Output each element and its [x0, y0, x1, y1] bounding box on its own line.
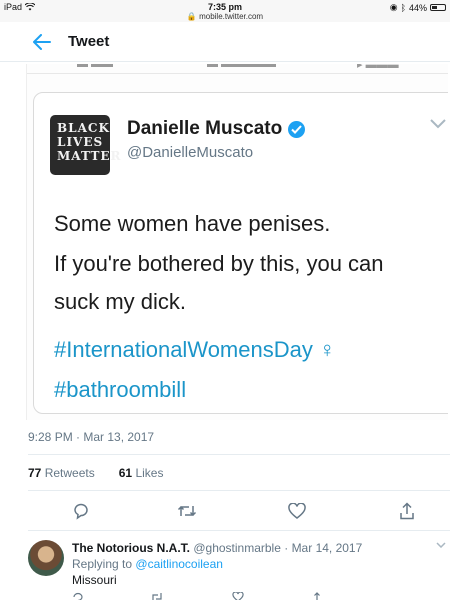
- reply-header: The Notorious N.A.T. @ghostinmarble · Ma…: [72, 541, 362, 555]
- embedded-text-line: Some women have penises.: [54, 211, 331, 236]
- reply-button[interactable]: [68, 498, 94, 524]
- reply-avatar[interactable]: [28, 540, 64, 576]
- address-bar-url[interactable]: 🔒 mobile.twitter.com: [0, 12, 450, 21]
- heart-icon[interactable]: [232, 592, 244, 600]
- status-time: 7:35 pm: [207, 2, 242, 12]
- heart-icon: [288, 503, 306, 519]
- reply-action-bar: [72, 592, 412, 600]
- embedded-hashtag: #bathroombill: [54, 377, 187, 402]
- retweets-stat[interactable]: 77 Retweets: [28, 466, 95, 480]
- embedded-hashtag: #InternationalWomensDay ♀: [54, 337, 336, 362]
- tweet-image[interactable]: ▬ ▬▬ ▬ ▬▬▬▬▬ ▸ ▬▬▬ BLACK LIVES MATTER Da…: [26, 64, 448, 420]
- share-icon[interactable]: [312, 592, 322, 600]
- chevron-down-icon[interactable]: [436, 542, 446, 548]
- embedded-text-line: If you're bothered by this, you can: [54, 251, 384, 276]
- chevron-down-icon: [430, 119, 446, 129]
- reply-icon[interactable]: [72, 592, 84, 600]
- replying-to: Replying to @caitlinocoilean: [72, 557, 223, 571]
- embedded-like-icon: ▬ ▬▬: [77, 64, 114, 70]
- tweet-action-bar: [28, 498, 450, 524]
- verified-badge-icon: [288, 120, 306, 138]
- share-icon: [400, 502, 414, 520]
- replying-to-mention[interactable]: @caitlinocoilean: [135, 557, 223, 571]
- top-bar: Tweet: [0, 22, 450, 62]
- reply-handle-date: @ghostinmarble · Mar 14, 2017: [193, 541, 363, 555]
- embedded-tweet-card: BLACK LIVES MATTER Danielle Muscato @Dan…: [33, 92, 448, 414]
- tweet-timestamp[interactable]: 9:28 PM · Mar 13, 2017: [28, 430, 154, 444]
- reply-icon: [74, 503, 88, 520]
- status-bar: iPad 7:35 pm 🔒 mobile.twitter.com ◉ ᛒ 44…: [0, 0, 450, 22]
- reply-display-name[interactable]: The Notorious N.A.T.: [72, 541, 190, 555]
- embedded-text-line: suck my dick.: [54, 289, 187, 314]
- embedded-share-icon: ▸ ▬▬▬: [357, 64, 399, 71]
- like-button[interactable]: [284, 498, 310, 524]
- embedded-author-name: Danielle Muscato: [127, 118, 306, 140]
- tweet-stats: 77 Retweets 61 Likes: [28, 466, 163, 480]
- likes-stat[interactable]: 61 Likes: [119, 466, 164, 480]
- arrow-left-icon: [33, 34, 51, 50]
- embedded-avatar: BLACK LIVES MATTER: [50, 115, 121, 175]
- bluetooth-icon: ᛒ: [400, 2, 406, 13]
- embedded-action-row: ▬ ▬▬ ▬ ▬▬▬▬▬ ▸ ▬▬▬: [27, 64, 448, 74]
- page-title: Tweet: [68, 33, 110, 50]
- divider: [28, 490, 450, 491]
- back-button[interactable]: [30, 30, 54, 54]
- battery-icon: [430, 4, 446, 11]
- divider: [28, 530, 450, 531]
- retweet-icon: [177, 505, 197, 517]
- battery-percent: 44%: [408, 2, 427, 13]
- retweet-button[interactable]: [174, 498, 200, 524]
- retweet-icon[interactable]: [150, 592, 164, 600]
- embedded-comment-icon: ▬ ▬▬▬▬▬: [207, 64, 277, 70]
- embedded-author-handle: @DanielleMuscato: [127, 144, 254, 161]
- location-icon: ◉: [389, 2, 398, 12]
- share-button[interactable]: [394, 498, 420, 524]
- battery-level: [432, 6, 437, 9]
- divider: [28, 454, 450, 455]
- reply-text: Missouri: [72, 573, 117, 587]
- status-right: ◉ ᛒ 44%: [390, 2, 446, 13]
